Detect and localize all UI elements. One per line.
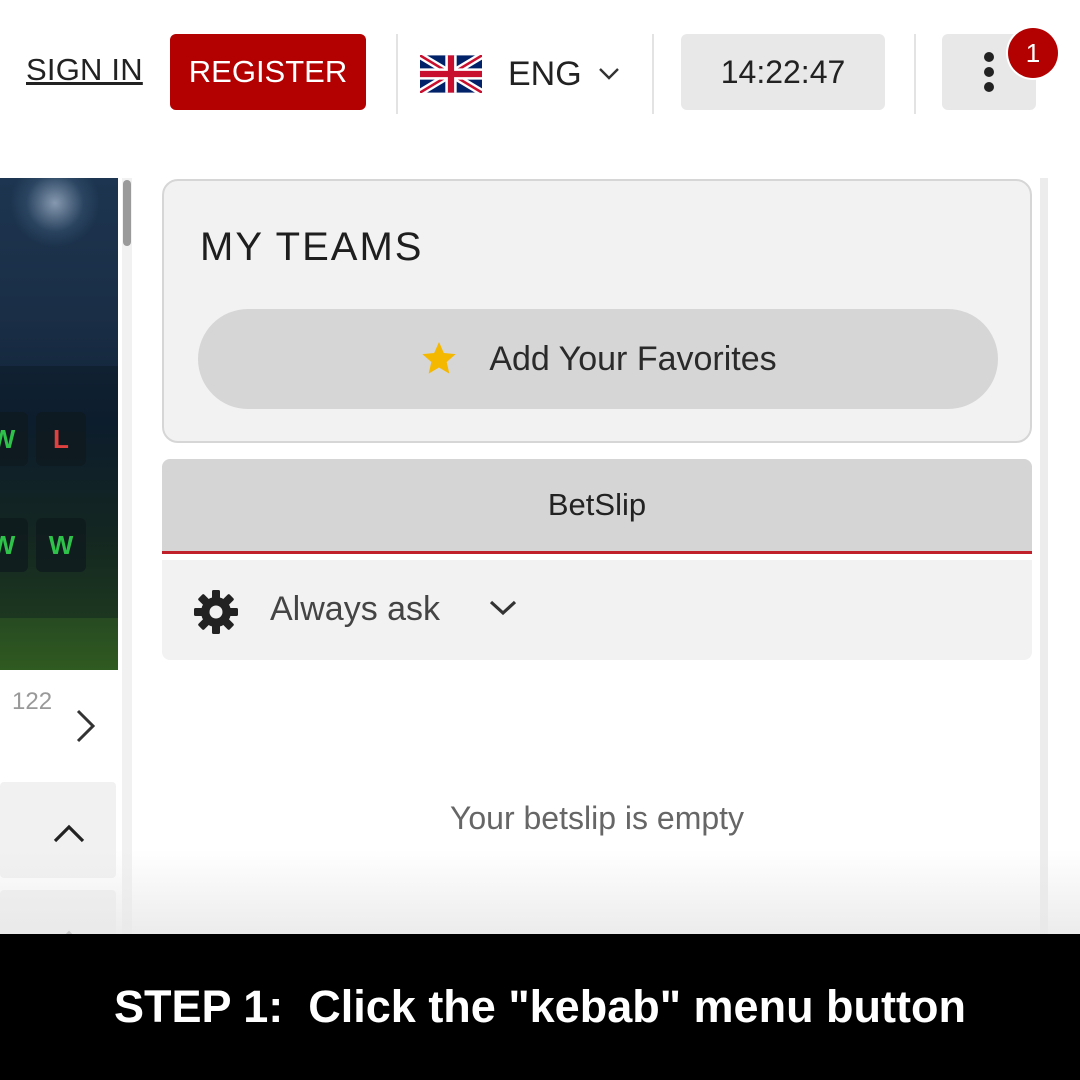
- chevron-up-icon: [53, 824, 85, 843]
- betslip-settings-row: Always ask: [162, 560, 1032, 660]
- form-badge: W: [36, 518, 86, 572]
- form-badge: W: [0, 412, 28, 466]
- language-selector[interactable]: ENG: [420, 44, 620, 104]
- language-code: ENG: [508, 54, 582, 93]
- chevron-right-icon[interactable]: [74, 708, 98, 744]
- header-divider: [914, 34, 916, 114]
- add-favorites-label: Add Your Favorites: [489, 339, 777, 378]
- tutorial-caption-bar: STEP 1: Click the "kebab" menu button: [0, 934, 1080, 1080]
- left-scrollbar-thumb[interactable]: [123, 180, 131, 246]
- right-scrollbar-track[interactable]: [1040, 178, 1048, 938]
- uk-flag-icon: [420, 55, 482, 93]
- bottom-fade: [0, 850, 1080, 940]
- odds-change-setting: Always ask: [270, 590, 441, 628]
- betslip-tab[interactable]: BetSlip: [162, 459, 1032, 554]
- header-divider: [396, 34, 398, 114]
- top-header: SIGN IN REGISTER ENG 14:22:47 1: [0, 0, 1080, 140]
- chevron-down-icon: [489, 600, 517, 616]
- gear-icon[interactable]: [192, 588, 240, 636]
- kebab-menu-icon: [982, 52, 996, 97]
- chevron-down-icon: [598, 68, 619, 80]
- clock-display: 14:22:47: [681, 34, 885, 110]
- register-button[interactable]: REGISTER: [170, 34, 366, 110]
- tutorial-step-caption: STEP 1: Click the "kebab" menu button: [114, 981, 966, 1032]
- header-divider: [652, 34, 654, 114]
- team-form-panel: [0, 366, 118, 618]
- my-teams-card: MY TEAMS Add Your Favorites: [162, 179, 1032, 443]
- left-scrollbar-track[interactable]: [122, 178, 132, 938]
- add-favorites-button[interactable]: Add Your Favorites: [198, 309, 998, 409]
- betslip-empty-message: Your betslip is empty: [449, 800, 745, 836]
- star-icon: [422, 342, 457, 374]
- page-number: 122: [12, 688, 53, 715]
- my-teams-title: MY TEAMS: [200, 225, 424, 269]
- stadium-hero-image: W L W W: [0, 178, 118, 670]
- form-badge: L: [36, 412, 86, 466]
- form-badge: W: [0, 518, 28, 572]
- notification-badge: 1: [1008, 28, 1058, 78]
- sign-in-link[interactable]: SIGN IN: [26, 52, 143, 88]
- betslip-title: BetSlip: [547, 487, 647, 522]
- left-content-strip: W L W W 122: [0, 178, 118, 986]
